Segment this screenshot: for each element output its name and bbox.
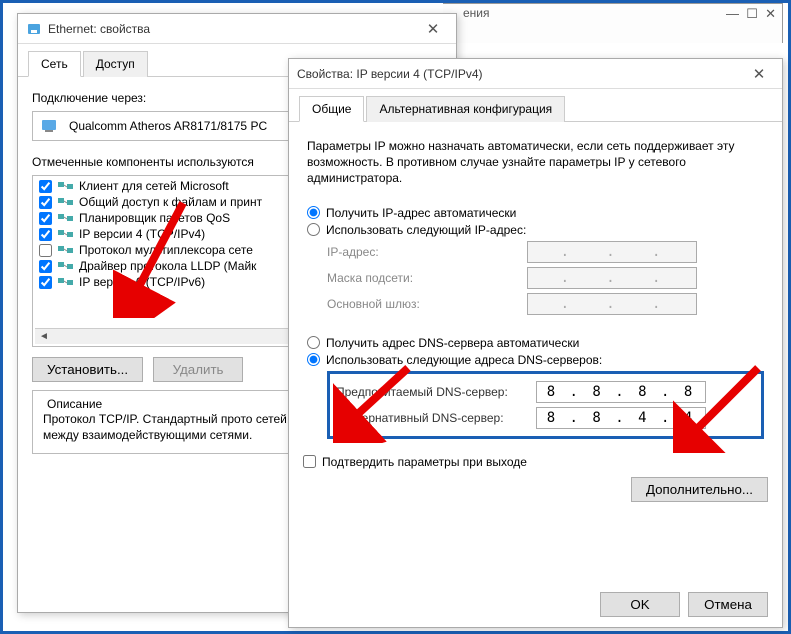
radio-ip-manual[interactable]: Использовать следующий IP-адрес: [307, 223, 764, 237]
radio-ip-auto-input[interactable] [307, 206, 320, 219]
radio-ip-auto-label: Получить IP-адрес автоматически [326, 206, 516, 220]
protocol-icon [57, 211, 75, 225]
dns-highlight-box: Предпочитаемый DNS-сервер:8 . 8 . 8 . 8 … [327, 371, 764, 439]
radio-dns-manual-input[interactable] [307, 353, 320, 366]
window-title: Свойства: IP версии 4 (TCP/IPv4) [297, 67, 744, 81]
protocol-icon [57, 227, 75, 241]
component-label: Планировщик пакетов QoS [79, 211, 230, 225]
ok-button[interactable]: OK [600, 592, 680, 617]
gateway-input: . . . [527, 293, 697, 315]
ethernet-icon [26, 21, 42, 37]
gateway-label: Основной шлюз: [327, 297, 527, 311]
validate-on-exit-label: Подтвердить параметры при выходе [322, 455, 527, 469]
ipv4-properties-window: Свойства: IP версии 4 (TCP/IPv4) ✕ Общие… [288, 58, 783, 628]
minimize-icon[interactable]: — [726, 6, 739, 21]
validate-on-exit-row[interactable]: Подтвердить параметры при выходе [303, 455, 768, 469]
fragment-text: ения [463, 6, 490, 20]
adapter-icon [41, 118, 61, 134]
alternate-dns-label: Альтернативный DNS-сервер: [336, 411, 536, 425]
protocol-icon [57, 259, 75, 273]
background-window-fragment: ения — ☐ ✕ [443, 3, 783, 43]
radio-dns-manual-label: Использовать следующие адреса DNS-сервер… [326, 353, 602, 367]
component-checkbox[interactable] [39, 244, 52, 257]
titlebar[interactable]: Свойства: IP версии 4 (TCP/IPv4) ✕ [289, 59, 782, 89]
close-icon[interactable]: ✕ [418, 20, 448, 38]
tab-sharing[interactable]: Доступ [83, 51, 148, 77]
preferred-dns-input[interactable]: 8 . 8 . 8 . 8 [536, 381, 706, 403]
component-label: IP версии 4 (TCP/IPv4) [79, 227, 205, 241]
advanced-button[interactable]: Дополнительно... [631, 477, 768, 502]
radio-dns-auto-label: Получить адрес DNS-сервера автоматически [326, 336, 579, 350]
adapter-name: Qualcomm Atheros AR8171/8175 PC [69, 119, 267, 133]
component-checkbox[interactable] [39, 228, 52, 241]
protocol-icon [57, 275, 75, 289]
protocol-icon [57, 243, 75, 257]
component-label: Клиент для сетей Microsoft [79, 179, 229, 193]
maximize-icon[interactable]: ☐ [746, 6, 758, 21]
radio-dns-manual[interactable]: Использовать следующие адреса DNS-сервер… [307, 353, 764, 367]
subnet-mask-label: Маска подсети: [327, 271, 527, 285]
subnet-mask-input: . . . [527, 267, 697, 289]
component-label: Общий доступ к файлам и принт [79, 195, 262, 209]
dns-group: Получить адрес DNS-сервера автоматически… [303, 331, 768, 445]
component-checkbox[interactable] [39, 196, 52, 209]
window-title: Ethernet: свойства [48, 22, 418, 36]
intro-text: Параметры IP можно назначать автоматичес… [307, 138, 764, 187]
uninstall-button[interactable]: Удалить [153, 357, 243, 382]
component-label: IP версии 6 (TCP/IPv6) [79, 275, 205, 289]
close-icon[interactable]: ✕ [765, 6, 776, 21]
cancel-button[interactable]: Отмена [688, 592, 768, 617]
component-checkbox[interactable] [39, 260, 52, 273]
install-button[interactable]: Установить... [32, 357, 143, 382]
preferred-dns-label: Предпочитаемый DNS-сервер: [336, 385, 536, 399]
window-controls-fragment: — ☐ ✕ [726, 6, 776, 22]
component-checkbox[interactable] [39, 212, 52, 225]
component-checkbox[interactable] [39, 276, 52, 289]
radio-ip-manual-input[interactable] [307, 223, 320, 236]
component-label: Протокол мультиплексора сете [79, 243, 253, 257]
protocol-icon [57, 195, 75, 209]
titlebar[interactable]: Ethernet: свойства ✕ [18, 14, 456, 44]
radio-ip-manual-label: Использовать следующий IP-адрес: [326, 223, 526, 237]
scroll-left-icon[interactable]: ◄ [37, 331, 51, 342]
tab-network[interactable]: Сеть [28, 51, 81, 77]
radio-dns-auto-input[interactable] [307, 336, 320, 349]
tabs: Общие Альтернативная конфигурация [289, 89, 782, 122]
component-label: Драйвер протокола LLDP (Майк [79, 259, 256, 273]
tab-general[interactable]: Общие [299, 96, 364, 122]
ip-address-group: Получить IP-адрес автоматически Использо… [303, 201, 768, 321]
close-icon[interactable]: ✕ [744, 65, 774, 83]
alternate-dns-input[interactable]: 8 . 8 . 4 . 4 [536, 407, 706, 429]
ip-address-input: . . . [527, 241, 697, 263]
component-checkbox[interactable] [39, 180, 52, 193]
radio-ip-auto[interactable]: Получить IP-адрес автоматически [307, 206, 764, 220]
ip-address-label: IP-адрес: [327, 245, 527, 259]
description-title: Описание [43, 397, 106, 411]
validate-on-exit-checkbox[interactable] [303, 455, 316, 468]
radio-dns-auto[interactable]: Получить адрес DNS-сервера автоматически [307, 336, 764, 350]
protocol-icon [57, 179, 75, 193]
tab-alternate[interactable]: Альтернативная конфигурация [366, 96, 565, 122]
